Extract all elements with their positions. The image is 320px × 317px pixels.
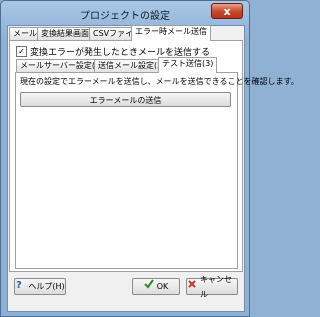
ok-label: OK [156, 282, 169, 291]
error-mail-panel: ✓ 変換エラーが発生したときメールを送信する メールサーバー設定(1) 送信メー… [9, 40, 299, 272]
send-on-error-label: 変換エラーが発生したときメールを送信する [30, 47, 211, 58]
close-icon: x [223, 5, 231, 18]
cancel-button[interactable]: キャンセル [186, 275, 238, 299]
svg-text:?: ? [16, 280, 22, 289]
test-send-panel: 現在の設定でエラーメールを送信し、メールを送信できることを確認します。 エラーメ… [15, 72, 299, 269]
ok-button[interactable]: OK [132, 278, 180, 295]
send-error-mail-button[interactable]: エラーメールの送信 [20, 92, 231, 107]
help-icon: ? [15, 279, 25, 294]
send-on-error-checkbox[interactable]: ✓ [16, 45, 27, 57]
window-title: プロジェクトの設定 [80, 11, 170, 22]
tab-conversion-result[interactable]: 変換結果画面 [37, 27, 93, 40]
dialog-client-area: メール 変換結果画面 CSVファイル エラー時メール送信 ✓ 変換エラーが発生し… [7, 25, 299, 312]
tab-test-send[interactable]: テスト送信(3) [158, 57, 218, 73]
cancel-label: キャンセル [200, 274, 232, 299]
close-button[interactable]: x [211, 3, 243, 19]
help-button[interactable]: ? ヘルプ(H) [14, 278, 66, 295]
tab-error-mail[interactable]: エラー時メール送信 [131, 25, 211, 41]
title-bar[interactable]: プロジェクトの設定 x [1, 1, 249, 25]
help-label: ヘルプ(H) [28, 282, 65, 291]
settings-dialog: プロジェクトの設定 x メール 変換結果画面 CSVファイル エラー時メール送信… [0, 0, 299, 317]
check-icon [144, 279, 154, 294]
cancel-icon [187, 279, 197, 294]
test-description: 現在の設定でエラーメールを送信し、メールを送信できることを確認します。 [20, 77, 299, 86]
send-on-error-checkbox-row[interactable]: ✓ 変換エラーが発生したときメールを送信する [16, 45, 211, 58]
checkmark-icon: ✓ [18, 46, 25, 56]
